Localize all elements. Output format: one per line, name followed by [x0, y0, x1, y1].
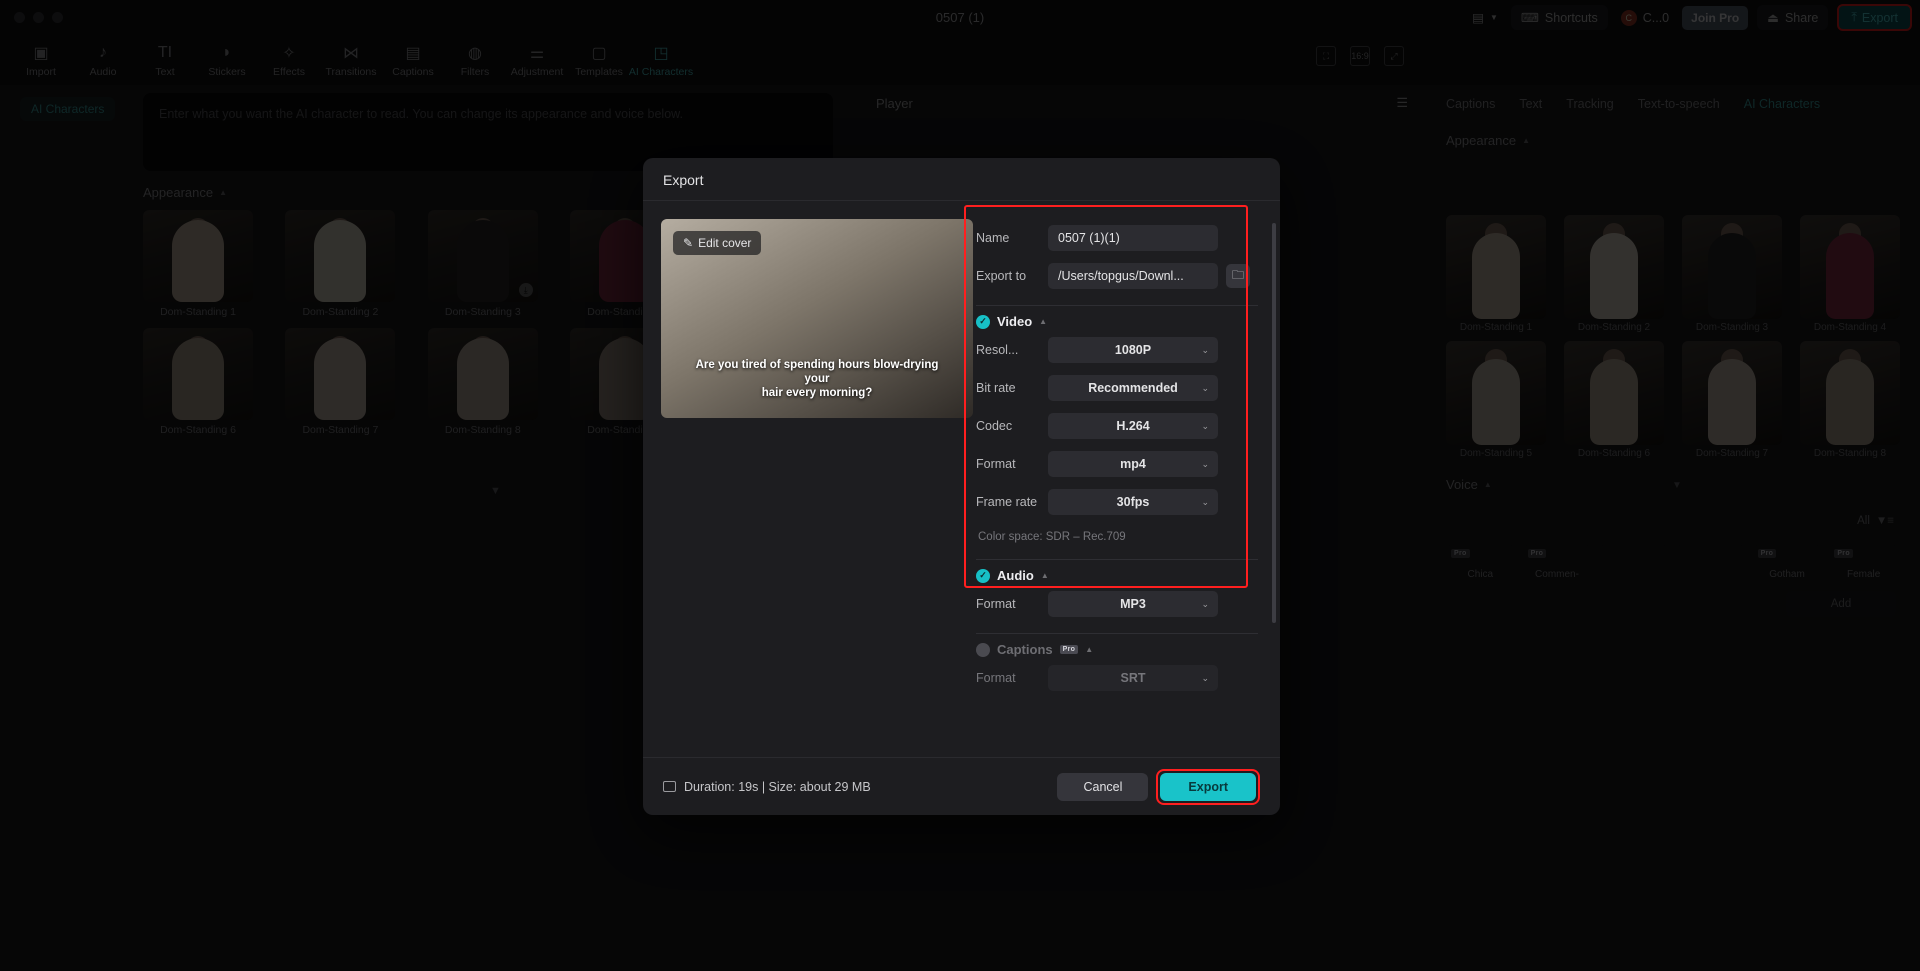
export-to-label: Export to — [976, 269, 1048, 283]
chevron-down-icon: ⌄ — [1201, 383, 1209, 394]
name-row: Name 0507 (1)(1) — [976, 219, 1258, 257]
dialog-title: Export — [643, 158, 1280, 200]
video-group-header[interactable]: ✓ Video ▲ — [976, 314, 1258, 329]
divider — [976, 633, 1258, 634]
captions-format-value: SRT — [1121, 671, 1146, 685]
audio-format-value: MP3 — [1120, 597, 1146, 611]
film-icon — [663, 781, 676, 792]
cancel-button[interactable]: Cancel — [1057, 773, 1148, 801]
export-dialog: Export ✎ Edit cover Are you tired of spe… — [643, 158, 1280, 815]
framerate-select[interactable]: 30fps ⌄ — [1048, 489, 1218, 515]
captions-checkbox[interactable] — [976, 643, 990, 657]
bitrate-value: Recommended — [1088, 381, 1178, 395]
video-group-label: Video — [997, 314, 1032, 329]
duration-label: Duration: 19s | Size: about 29 MB — [684, 780, 871, 794]
captions-format-select[interactable]: SRT ⌄ — [1048, 665, 1218, 691]
divider — [976, 305, 1258, 306]
chevron-down-icon: ⌄ — [1201, 673, 1209, 684]
bitrate-row: Bit rate Recommended ⌄ — [976, 369, 1258, 407]
cover-caption-line1: Are you tired of spending hours blow-dry… — [661, 358, 973, 372]
audio-checkbox[interactable]: ✓ — [976, 569, 990, 583]
divider — [976, 559, 1258, 560]
export-to-row: Export to /Users/topgus/Downl... 🗀 — [976, 257, 1258, 295]
settings-scrollbar[interactable] — [1272, 223, 1276, 623]
captions-format-row: Format SRT ⌄ — [976, 659, 1258, 697]
video-format-row: Format mp4 ⌄ — [976, 445, 1258, 483]
codec-label: Codec — [976, 419, 1048, 433]
color-space-info: Color space: SDR – Rec.709 — [978, 531, 1258, 543]
folder-icon[interactable]: 🗀 — [1226, 264, 1250, 288]
captions-group-header[interactable]: Captions Pro ▲ — [976, 642, 1258, 657]
chevron-up-icon[interactable]: ▲ — [1041, 571, 1049, 580]
cover-preview: ✎ Edit cover Are you tired of spending h… — [661, 219, 973, 418]
edit-cover-button[interactable]: ✎ Edit cover — [673, 231, 761, 255]
export-button-highlight: Export — [1156, 769, 1260, 805]
codec-select[interactable]: H.264 ⌄ — [1048, 413, 1218, 439]
resolution-row: Resol... 1080P ⌄ — [976, 331, 1258, 369]
resolution-select[interactable]: 1080P ⌄ — [1048, 337, 1218, 363]
chevron-up-icon[interactable]: ▲ — [1039, 317, 1047, 326]
captions-group-label: Captions — [997, 642, 1053, 657]
video-checkbox[interactable]: ✓ — [976, 315, 990, 329]
bitrate-label: Bit rate — [976, 381, 1048, 395]
edit-cover-label: Edit cover — [698, 236, 751, 250]
chevron-down-icon: ⌄ — [1201, 459, 1209, 470]
codec-row: Codec H.264 ⌄ — [976, 407, 1258, 445]
chevron-up-icon[interactable]: ▲ — [1085, 645, 1093, 654]
codec-value: H.264 — [1116, 419, 1149, 433]
video-format-label: Format — [976, 457, 1048, 471]
cover-caption: Are you tired of spending hours blow-dry… — [661, 358, 973, 400]
audio-group-header[interactable]: ✓ Audio ▲ — [976, 568, 1258, 583]
name-input[interactable]: 0507 (1)(1) — [1048, 225, 1218, 251]
export-path-input[interactable]: /Users/topgus/Downl... — [1048, 263, 1218, 289]
framerate-value: 30fps — [1117, 495, 1150, 509]
framerate-label: Frame rate — [976, 495, 1048, 509]
cover-caption-line3: hair every morning? — [661, 386, 973, 400]
resolution-label: Resol... — [976, 343, 1048, 357]
duration-info: Duration: 19s | Size: about 29 MB — [663, 780, 871, 794]
audio-group-label: Audio — [997, 568, 1034, 583]
framerate-row: Frame rate 30fps ⌄ — [976, 483, 1258, 521]
audio-format-label: Format — [976, 597, 1048, 611]
audio-format-row: Format MP3 ⌄ — [976, 585, 1258, 623]
resolution-value: 1080P — [1115, 343, 1151, 357]
bitrate-select[interactable]: Recommended ⌄ — [1048, 375, 1218, 401]
video-format-select[interactable]: mp4 ⌄ — [1048, 451, 1218, 477]
name-label: Name — [976, 231, 1048, 245]
export-button[interactable]: Export — [1160, 773, 1256, 801]
chevron-down-icon: ⌄ — [1201, 345, 1209, 356]
chevron-down-icon: ⌄ — [1201, 421, 1209, 432]
video-format-value: mp4 — [1120, 457, 1146, 471]
cover-caption-line2: your — [661, 372, 973, 386]
chevron-down-icon: ⌄ — [1201, 599, 1209, 610]
audio-format-select[interactable]: MP3 ⌄ — [1048, 591, 1218, 617]
pencil-icon: ✎ — [683, 236, 693, 250]
captions-format-label: Format — [976, 671, 1048, 685]
chevron-down-icon: ⌄ — [1201, 497, 1209, 508]
pro-badge: Pro — [1060, 645, 1079, 654]
